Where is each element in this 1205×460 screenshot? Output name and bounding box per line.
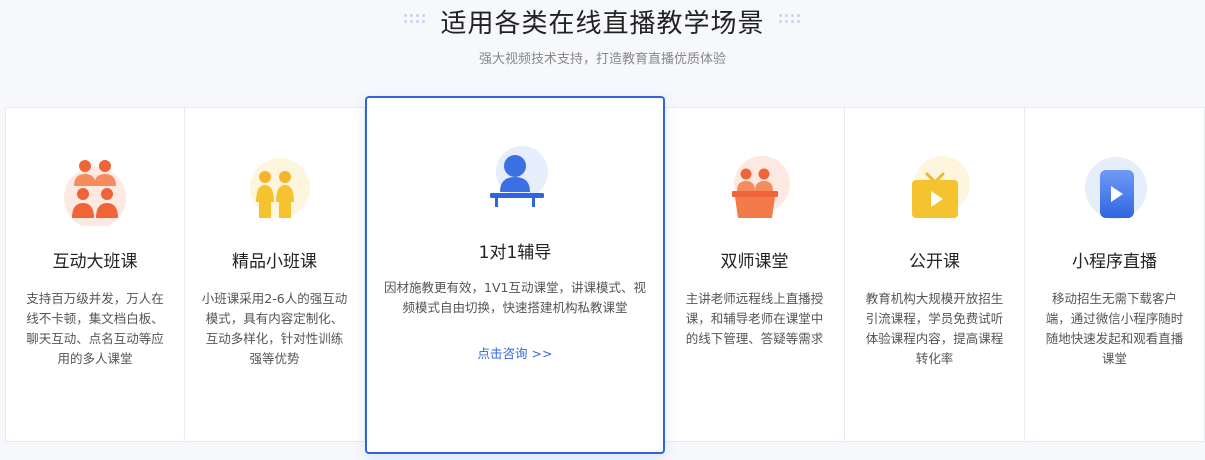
mini-program-play-icon — [1080, 156, 1150, 226]
card-premium-small-class[interactable]: 精品小班课 小班课采用2-6人的强互动模式，具有内容定制化、互动多样化，针对性训… — [185, 107, 365, 442]
card-description: 因材施教更有效，1V1互动课堂，讲课模式、视频模式自由切换，快速搭建机构私教课堂 — [384, 280, 646, 315]
card-title: 互动大班课 — [52, 252, 138, 272]
card-dual-teacher-class[interactable]: 双师课堂 主讲老师远程线上直播授课，和辅导老师在课堂中的线下管理、答疑等需求 — [665, 107, 845, 442]
card-title: 公开课 — [909, 252, 960, 272]
card-title: 小程序直播 — [1072, 252, 1157, 272]
title-row: 适用各类在线直播教学场景 — [0, 4, 1205, 39]
card-description: 教育机构大规模开放招生引流课程，学员免费试听体验课程内容，提高课程转化率 — [865, 291, 1004, 366]
decor-dots-right-icon — [778, 14, 801, 28]
card-interactive-large-class[interactable]: 互动大班课 支持百万级并发，万人在线不卡顿，集文档白板、聊天互动、点名互动等应用… — [5, 107, 185, 442]
dual-teacher-icon — [720, 156, 790, 226]
card-description: 主讲老师远程线上直播授课，和辅导老师在课堂中的线下管理、答疑等需求 — [685, 291, 824, 346]
scenario-cards: 互动大班课 支持百万级并发，万人在线不卡顿，集文档白板、聊天互动、点名互动等应用… — [5, 96, 1205, 454]
tutor-desk-icon — [480, 146, 550, 216]
section-header: 适用各类在线直播教学场景 强大视频技术支持，打造教育直播优质体验 — [0, 0, 1205, 67]
card-title: 1对1辅导 — [478, 243, 552, 263]
card-description: 移动招生无需下载客户端，通过微信小程序随时随地快速发起和观看直播课堂 — [1045, 291, 1184, 366]
small-group-icon — [240, 156, 310, 226]
card-title: 精品小班课 — [232, 252, 317, 272]
tv-play-icon — [900, 156, 970, 226]
card-title: 双师课堂 — [720, 252, 789, 272]
section-subtitle: 强大视频技术支持，打造教育直播优质体验 — [478, 52, 726, 67]
card-open-class[interactable]: 公开课 教育机构大规模开放招生引流课程，学员免费试听体验课程内容，提高课程转化率 — [845, 107, 1025, 442]
card-description: 支持百万级并发，万人在线不卡顿，集文档白板、聊天互动、点名互动等应用的多人课堂 — [26, 291, 164, 366]
card-one-on-one-tutoring[interactable]: 1对1辅导 因材施教更有效，1V1互动课堂，讲课模式、视频模式自由切换，快速搭建… — [365, 96, 665, 454]
card-description: 小班课采用2-6人的强互动模式，具有内容定制化、互动多样化，针对性训练强等优势 — [201, 291, 348, 366]
card-mini-program-live[interactable]: 小程序直播 移动招生无需下载客户端，通过微信小程序随时随地快速发起和观看直播课堂 — [1025, 107, 1205, 442]
consult-link[interactable]: 点击咨询 >> — [478, 343, 553, 362]
decor-dots-left-icon — [404, 14, 426, 28]
section-title: 适用各类在线直播教学场景 — [440, 8, 765, 39]
group-people-icon — [60, 156, 130, 229]
